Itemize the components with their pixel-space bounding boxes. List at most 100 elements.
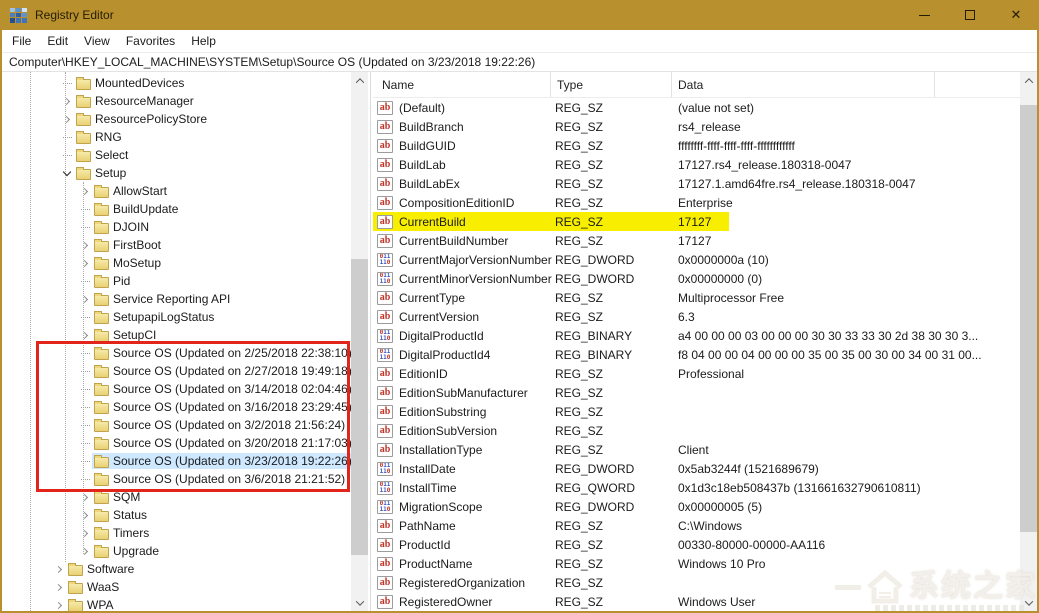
address-bar[interactable]: Computer\HKEY_LOCAL_MACHINE\SYSTEM\Setup…	[2, 53, 1037, 72]
tree-item-content[interactable]: Source OS (Updated on 2/27/2018 19:49:18…	[92, 363, 355, 379]
tree-item-content[interactable]: Software	[66, 561, 137, 577]
tree-item-content[interactable]: Setup	[74, 165, 129, 181]
expand-chevron-icon[interactable]	[60, 110, 74, 128]
tree-item[interactable]: Setup	[2, 164, 351, 182]
registry-value-row[interactable]: abEditionSubManufacturerREG_SZ	[373, 383, 1020, 402]
tree-item-content[interactable]: SQM	[92, 489, 143, 505]
tree-item-content[interactable]: BuildUpdate	[92, 201, 181, 217]
tree-item[interactable]: Upgrade	[2, 542, 351, 560]
menu-help[interactable]: Help	[183, 31, 224, 51]
tree-item[interactable]: Source OS (Updated on 3/2/2018 21:56:24)	[2, 416, 351, 434]
tree-item-content[interactable]: Upgrade	[92, 543, 162, 559]
tree-item[interactable]: FirstBoot	[2, 236, 351, 254]
tree-item[interactable]: SetupapiLogStatus	[2, 308, 351, 326]
tree-item[interactable]: SetupCI	[2, 326, 351, 344]
tree-item[interactable]: Source OS (Updated on 3/23/2018 19:22:26…	[2, 452, 351, 470]
tree-item[interactable]: Source OS (Updated on 3/14/2018 02:04:46…	[2, 380, 351, 398]
registry-value-row[interactable]: 011110MigrationScopeREG_DWORD0x00000005 …	[373, 497, 1020, 516]
tree-item-content[interactable]: Status	[92, 507, 150, 523]
tree-item-content[interactable]: DJOIN	[92, 219, 152, 235]
scrollbar-thumb[interactable]	[1020, 105, 1037, 532]
expand-chevron-icon[interactable]	[78, 542, 92, 560]
tree-item[interactable]: Source OS (Updated on 3/6/2018 21:21:52)	[2, 470, 351, 488]
registry-value-row[interactable]: abRegisteredOwnerREG_SZWindows User	[373, 592, 1020, 611]
tree-item-content[interactable]: SetupCI	[92, 327, 159, 343]
registry-value-row[interactable]: abBuildBranchREG_SZrs4_release	[373, 117, 1020, 136]
scrollbar-thumb[interactable]	[351, 259, 368, 555]
tree-item[interactable]: RNG	[2, 128, 351, 146]
registry-value-row[interactable]: ab(Default)REG_SZ(value not set)	[373, 98, 1020, 117]
expand-chevron-icon[interactable]	[78, 524, 92, 542]
tree-item[interactable]: Source OS (Updated on 2/27/2018 19:49:18…	[2, 362, 351, 380]
close-button[interactable]: ✕	[993, 0, 1039, 30]
expand-chevron-icon[interactable]	[52, 560, 66, 578]
collapse-chevron-icon[interactable]	[60, 164, 74, 182]
tree-item-content[interactable]: Source OS (Updated on 3/23/2018 19:22:26…	[92, 453, 355, 469]
tree-item-content[interactable]: ResourcePolicyStore	[74, 111, 210, 127]
tree-item-content[interactable]: Service Reporting API	[92, 291, 233, 307]
registry-value-row[interactable]: 011110CurrentMajorVersionNumberREG_DWORD…	[373, 250, 1020, 269]
tree-item-content[interactable]: WPA	[66, 597, 116, 611]
tree-item[interactable]: Source OS (Updated on 2/25/2018 22:38:10…	[2, 344, 351, 362]
tree-item[interactable]: Service Reporting API	[2, 290, 351, 308]
registry-value-row[interactable]: abPathNameREG_SZC:\Windows	[373, 516, 1020, 535]
scroll-up-icon[interactable]	[1020, 72, 1037, 89]
expand-chevron-icon[interactable]	[78, 182, 92, 200]
expand-chevron-icon[interactable]	[52, 578, 66, 596]
scroll-up-icon[interactable]	[351, 72, 368, 89]
registry-value-row[interactable]: abBuildLabREG_SZ17127.rs4_release.180318…	[373, 155, 1020, 174]
tree-item-content[interactable]: MoSetup	[92, 255, 164, 271]
registry-value-row[interactable]: 011110InstallTimeREG_QWORD0x1d3c18eb5084…	[373, 478, 1020, 497]
registry-value-row[interactable]: abCurrentVersionREG_SZ6.3	[373, 307, 1020, 326]
registry-value-row[interactable]: 011110CurrentMinorVersionNumberREG_DWORD…	[373, 269, 1020, 288]
scroll-down-icon[interactable]	[1020, 594, 1037, 611]
registry-value-row[interactable]: 011110DigitalProductIdREG_BINARYa4 00 00…	[373, 326, 1020, 345]
tree-item[interactable]: SQM	[2, 488, 351, 506]
maximize-button[interactable]	[947, 0, 993, 30]
menu-view[interactable]: View	[76, 31, 118, 51]
tree-item-content[interactable]: MountedDevices	[74, 75, 187, 91]
tree-item[interactable]: MoSetup	[2, 254, 351, 272]
registry-value-row[interactable]: abCurrentBuildREG_SZ17127	[373, 212, 1020, 231]
tree-item[interactable]: Source OS (Updated on 3/16/2018 23:29:45…	[2, 398, 351, 416]
tree-item[interactable]: Pid	[2, 272, 351, 290]
tree-item[interactable]: MountedDevices	[2, 74, 351, 92]
registry-value-row[interactable]: abEditionIDREG_SZProfessional	[373, 364, 1020, 383]
menu-favorites[interactable]: Favorites	[118, 31, 183, 51]
tree-item[interactable]: DJOIN	[2, 218, 351, 236]
tree-item[interactable]: WPA	[2, 596, 351, 611]
tree-item-content[interactable]: Pid	[92, 273, 133, 289]
tree-item-content[interactable]: Source OS (Updated on 3/14/2018 02:04:46…	[92, 381, 355, 397]
tree-item-content[interactable]: WaaS	[66, 579, 122, 595]
menu-file[interactable]: File	[4, 31, 39, 51]
tree-item-content[interactable]: SetupapiLogStatus	[92, 309, 217, 325]
tree-scrollbar[interactable]	[351, 72, 368, 611]
registry-value-row[interactable]: abCurrentTypeREG_SZMultiprocessor Free	[373, 288, 1020, 307]
tree-item-content[interactable]: RNG	[74, 129, 125, 145]
tree-item[interactable]: Timers	[2, 524, 351, 542]
tree-item[interactable]: ResourcePolicyStore	[2, 110, 351, 128]
tree-item-content[interactable]: Source OS (Updated on 2/25/2018 22:38:10…	[92, 345, 355, 361]
registry-value-row[interactable]: abEditionSubVersionREG_SZ	[373, 421, 1020, 440]
tree-item[interactable]: Software	[2, 560, 351, 578]
tree-item[interactable]: Source OS (Updated on 3/20/2018 21:17:03…	[2, 434, 351, 452]
expand-chevron-icon[interactable]	[60, 92, 74, 110]
expand-chevron-icon[interactable]	[78, 326, 92, 344]
tree-item-content[interactable]: Timers	[92, 525, 152, 541]
expand-chevron-icon[interactable]	[52, 596, 66, 611]
minimize-button[interactable]	[901, 0, 947, 30]
expand-chevron-icon[interactable]	[78, 506, 92, 524]
registry-value-row[interactable]: 011110DigitalProductId4REG_BINARYf8 04 0…	[373, 345, 1020, 364]
tree-item-content[interactable]: Source OS (Updated on 3/2/2018 21:56:24)	[92, 417, 348, 433]
tree-item-content[interactable]: Source OS (Updated on 3/6/2018 21:21:52)	[92, 471, 348, 487]
registry-value-row[interactable]: abInstallationTypeREG_SZClient	[373, 440, 1020, 459]
list-scrollbar[interactable]	[1020, 72, 1037, 611]
expand-chevron-icon[interactable]	[78, 290, 92, 308]
column-header-type[interactable]: Type	[551, 72, 672, 97]
tree-item-content[interactable]: ResourceManager	[74, 93, 197, 109]
tree-item-content[interactable]: Select	[74, 147, 131, 163]
registry-value-row[interactable]: abBuildLabExREG_SZ17127.1.amd64fre.rs4_r…	[373, 174, 1020, 193]
registry-value-row[interactable]: abProductNameREG_SZWindows 10 Pro	[373, 554, 1020, 573]
registry-value-row[interactable]: abBuildGUIDREG_SZffffffff-ffff-ffff-ffff…	[373, 136, 1020, 155]
tree-item[interactable]: WaaS	[2, 578, 351, 596]
